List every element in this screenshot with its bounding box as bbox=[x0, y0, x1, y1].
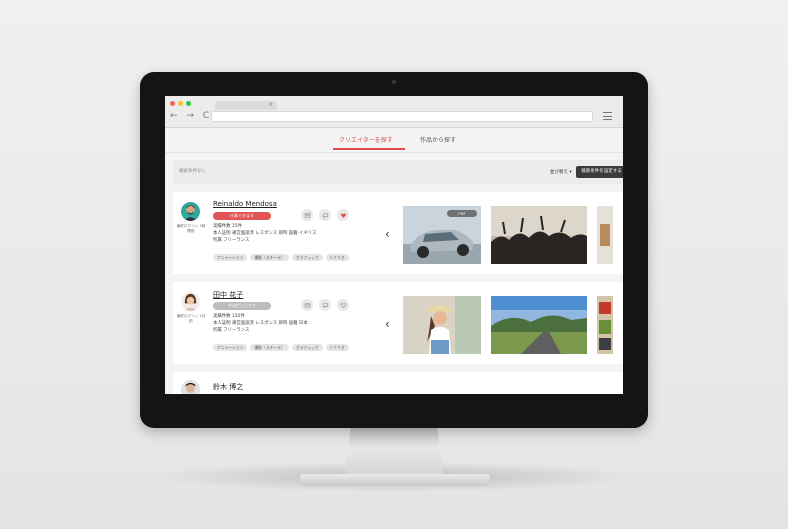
close-window-button[interactable] bbox=[170, 101, 175, 106]
creator-card[interactable]: 最終ログイン 1日前 田中 花子 今は忙しいです 実績件数 150件 本人証明 … bbox=[173, 282, 623, 364]
affiliation: 所属 フリーランス bbox=[213, 328, 250, 333]
tag[interactable]: グラフィック bbox=[291, 254, 323, 261]
heart-icon[interactable] bbox=[337, 209, 349, 221]
minimize-window-button[interactable] bbox=[178, 101, 183, 106]
skill-tags: アニメーション 撮影（スチール） グラフィック シナリオ bbox=[213, 344, 349, 351]
work-thumbnail[interactable] bbox=[403, 296, 481, 354]
hamburger-menu-icon[interactable] bbox=[603, 112, 612, 120]
last-login-text: 最終ログイン 1日前 bbox=[176, 314, 206, 323]
monitor-stand bbox=[345, 425, 443, 477]
status-badge: 今は忙しいです bbox=[213, 302, 271, 310]
tab-close-icon[interactable]: × bbox=[268, 100, 273, 109]
track-record: 実績件数 150件 bbox=[213, 314, 245, 319]
verification-info: 本人証明 運営面談済 レスポンス 即時 国籍 イギリス bbox=[213, 231, 317, 236]
creator-name[interactable]: Reinaldo Mendosa bbox=[213, 200, 277, 208]
avatar[interactable] bbox=[181, 292, 200, 311]
pdf-badge: PDF bbox=[447, 210, 477, 217]
avatar[interactable] bbox=[181, 202, 200, 221]
mail-icon[interactable] bbox=[301, 299, 313, 311]
filter-bar: 検索条件なし 並び替え ▾ 検索条件を設定する bbox=[173, 160, 623, 184]
monitor: × ← → C クリエイターを探す 作品から探す 検索条件なし 並び替え ▾ 検… bbox=[140, 72, 648, 428]
carousel-next-icon[interactable]: › bbox=[622, 318, 623, 330]
maximize-window-button[interactable] bbox=[186, 101, 191, 106]
nav-buttons[interactable]: ← → C bbox=[170, 111, 212, 121]
work-thumbnail[interactable] bbox=[597, 206, 613, 264]
carousel-prev-icon[interactable]: ‹ bbox=[385, 318, 390, 330]
work-thumbnail[interactable] bbox=[491, 296, 587, 354]
tab-find-works[interactable]: 作品から探す bbox=[420, 136, 456, 146]
status-badge: 仕事できます bbox=[213, 212, 271, 220]
tag[interactable]: シナリオ bbox=[325, 344, 349, 351]
last-login-text: 最終ログイン 3時間前 bbox=[176, 224, 206, 233]
divider bbox=[165, 152, 623, 153]
creator-name[interactable]: 田中 花子 bbox=[213, 290, 243, 300]
tag[interactable]: アニメーション bbox=[213, 344, 248, 351]
screen: × ← → C クリエイターを探す 作品から探す 検索条件なし 並び替え ▾ 検… bbox=[165, 96, 623, 394]
verification-info: 本人証明 運営面談済 レスポンス 即時 国籍 日本 bbox=[213, 321, 308, 326]
set-filter-button[interactable]: 検索条件を設定する bbox=[576, 166, 623, 178]
carousel-next-icon[interactable]: › bbox=[622, 228, 623, 240]
tag[interactable]: 撮影（スチール） bbox=[250, 254, 289, 261]
creator-card[interactable]: 鈴木 博之 bbox=[173, 372, 623, 394]
carousel-prev-icon[interactable]: ‹ bbox=[385, 228, 390, 240]
monitor-base bbox=[300, 474, 490, 486]
avatar[interactable] bbox=[181, 380, 200, 394]
chat-icon[interactable] bbox=[319, 299, 331, 311]
tag[interactable]: アニメーション bbox=[213, 254, 248, 261]
skill-tags: アニメーション 撮影（スチール） グラフィック シナリオ bbox=[213, 254, 349, 261]
work-thumbnail[interactable]: PDF bbox=[403, 206, 481, 264]
window-controls bbox=[170, 101, 191, 106]
tab-find-creators[interactable]: クリエイターを探す bbox=[339, 136, 393, 146]
work-thumbnail[interactable] bbox=[491, 206, 587, 264]
tag[interactable]: 撮影（スチール） bbox=[250, 344, 289, 351]
browser-chrome: × ← → C bbox=[165, 96, 623, 128]
creator-card[interactable]: 最終ログイン 3時間前 Reinaldo Mendosa 仕事できます 実績件数… bbox=[173, 192, 623, 274]
scene: × ← → C クリエイターを探す 作品から探す 検索条件なし 並び替え ▾ 検… bbox=[0, 0, 788, 529]
address-bar[interactable] bbox=[211, 111, 593, 122]
work-thumbnail[interactable] bbox=[597, 296, 613, 354]
affiliation: 所属 フリーランス bbox=[213, 238, 250, 243]
no-filter-label: 検索条件なし bbox=[179, 169, 206, 174]
chat-icon[interactable] bbox=[319, 209, 331, 221]
tag[interactable]: シナリオ bbox=[325, 254, 349, 261]
active-tab-indicator bbox=[333, 148, 405, 150]
heart-outline-icon[interactable] bbox=[337, 299, 349, 311]
browser-tab[interactable]: × bbox=[215, 101, 277, 110]
creator-name[interactable]: 鈴木 博之 bbox=[213, 382, 243, 392]
mail-icon[interactable] bbox=[301, 209, 313, 221]
tag[interactable]: グラフィック bbox=[291, 344, 323, 351]
track-record: 実績件数 15件 bbox=[213, 224, 242, 229]
sort-dropdown[interactable]: 並び替え ▾ bbox=[550, 169, 572, 175]
camera bbox=[392, 80, 396, 84]
